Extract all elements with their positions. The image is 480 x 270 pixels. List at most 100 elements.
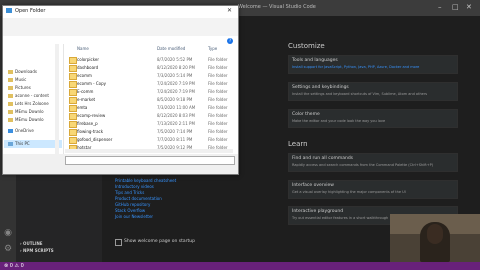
nav-item-folder[interactable]: aconne - content	[15, 93, 49, 98]
horizontal-scrollbar[interactable]	[65, 149, 233, 153]
customize-heading: Customize	[288, 42, 325, 50]
file-row[interactable]: emta 7/3/2020 11:00 AM File folder	[65, 104, 233, 112]
file-name: gofood_dispenser	[77, 137, 113, 142]
nav-scrollbar[interactable]	[55, 44, 59, 154]
app-icon	[6, 8, 12, 13]
help-link[interactable]: Printable keyboard cheatsheet	[115, 178, 176, 183]
maximize-icon[interactable]: □	[452, 4, 459, 11]
show-welcome-label: Show welcome page on startup	[124, 239, 195, 244]
card-title: Interface overview	[292, 183, 334, 188]
customize-card-theme[interactable]: Color theme Make the editor and your cod…	[288, 109, 458, 128]
help-link[interactable]: Tips and Tricks	[115, 190, 144, 195]
customize-card-keybindings[interactable]: Settings and keybindings Install the set…	[288, 82, 458, 101]
file-row[interactable]: E-comm 7/24/2020 7:19 PM File folder	[65, 88, 233, 96]
learn-card-interface[interactable]: Interface overview Get a visual overlay …	[288, 180, 458, 199]
folder-icon	[69, 129, 77, 136]
help-link[interactable]: GitHub repository	[115, 202, 150, 207]
help-link[interactable]: Introductory videos	[115, 184, 154, 189]
file-date: 7/5/2020 7:14 PM	[157, 129, 193, 134]
file-type: File folder	[208, 81, 228, 86]
help-link[interactable]: Product documentation	[115, 196, 162, 201]
folder-icon	[69, 105, 77, 112]
folder-icon	[69, 81, 77, 88]
file-row[interactable]: dashboard 8/12/2020 8:20 PM File folder	[65, 64, 233, 72]
file-name: E-comm	[77, 89, 94, 94]
card-title: Color theme	[292, 112, 320, 117]
problems-indicator[interactable]: ⊗ 0 ⚠ 0	[4, 263, 24, 269]
card-desc: Make the editor and your code look the w…	[292, 119, 386, 123]
file-type: File folder	[208, 129, 228, 134]
file-row[interactable]: e-market 8/5/2020 9:18 PM File folder	[65, 96, 233, 104]
card-desc: Install the settings and keyboard shortc…	[292, 92, 428, 96]
customize-card-tools[interactable]: Tools and languages Install support for …	[288, 55, 458, 74]
nav-item-folder[interactable]: Lets Hrs Zoloone	[15, 101, 49, 106]
minimize-icon[interactable]: –	[438, 4, 442, 11]
card-title: Interactive playground	[292, 209, 344, 214]
column-header-date[interactable]: Date modified	[157, 46, 185, 51]
file-name: firebase_p	[77, 121, 98, 126]
folder-icon	[8, 102, 13, 106]
file-name: emta	[77, 105, 88, 110]
learn-card-commands[interactable]: Find and run all commands Rapidly access…	[288, 153, 458, 172]
file-type: File folder	[208, 97, 228, 102]
file-type: File folder	[208, 121, 228, 126]
nav-item-folder[interactable]: MEmu Downlo	[15, 109, 44, 114]
file-date: 8/5/2020 9:18 PM	[157, 97, 193, 102]
cloud-icon	[8, 129, 13, 133]
file-type: File folder	[208, 65, 228, 70]
column-header-type[interactable]: Type	[208, 46, 217, 51]
file-row[interactable]: flowing-track 7/5/2020 7:14 PM File folder	[65, 128, 233, 136]
nav-item-downloads[interactable]: Downloads	[15, 69, 37, 74]
close-icon[interactable]: ✕	[466, 4, 472, 11]
file-row[interactable]: ecomm - Copy 7/24/2020 7:19 PM File folder	[65, 80, 233, 88]
dialog-close-icon[interactable]: ✕	[227, 7, 232, 14]
card-desc: Rapidly access and search commands from …	[292, 163, 434, 167]
folder-icon	[69, 57, 77, 64]
open-folder-dialog: Open Folder ✕ ? Downloads Music Pictures…	[2, 5, 239, 175]
webcam-overlay	[390, 214, 480, 262]
file-name: flowing-track	[77, 129, 104, 134]
card-title: Settings and keybindings	[292, 85, 349, 90]
column-header-name[interactable]: Name	[77, 46, 89, 51]
file-date: 8/7/2020 5:52 PM	[157, 57, 193, 62]
nav-item-onedrive[interactable]: OneDrive	[15, 128, 34, 133]
nav-item-this-pc[interactable]: This PC	[15, 141, 30, 146]
file-type: File folder	[208, 89, 228, 94]
nav-item-music[interactable]: Music	[15, 77, 26, 82]
file-date: 7/7/2020 8:11 PM	[157, 137, 193, 142]
file-row[interactable]: gofood_dispenser 7/7/2020 8:11 PM File fol…	[65, 136, 233, 144]
file-type: File folder	[208, 113, 228, 118]
file-row[interactable]: ecomm 7/3/2020 5:14 PM File folder	[65, 72, 233, 80]
help-link[interactable]: Join our Newsletter	[115, 214, 153, 219]
folder-icon	[8, 110, 13, 114]
folder-icon	[8, 78, 13, 82]
nav-item-folder[interactable]: MEmu Downlo	[15, 117, 44, 122]
computer-icon	[8, 142, 13, 146]
folder-icon	[69, 113, 77, 120]
file-date: 8/12/2020 8:03 PM	[157, 113, 195, 118]
card-desc[interactable]: Install support for JavaScript, Python, …	[292, 65, 419, 69]
folder-path-input[interactable]	[65, 156, 235, 165]
gear-icon[interactable]: ⚙	[3, 244, 13, 254]
account-icon[interactable]: ◉	[3, 228, 13, 238]
outline-section[interactable]: › OUTLINE	[20, 241, 43, 246]
file-name: ecomm - Copy	[77, 81, 107, 86]
folder-icon	[69, 65, 77, 72]
file-name: ecomp-review	[77, 113, 106, 118]
file-date: 8/12/2020 8:20 PM	[157, 65, 195, 70]
help-link[interactable]: Stack Overflow	[115, 208, 145, 213]
file-row[interactable]: firebase_p 7/13/2020 2:11 PM File folder	[65, 120, 233, 128]
file-row[interactable]: colorpicker 8/7/2020 5:52 PM File folder	[65, 56, 233, 64]
file-type: File folder	[208, 137, 228, 142]
show-welcome-checkbox[interactable]	[115, 239, 122, 246]
file-name: e-market	[77, 97, 96, 102]
file-row[interactable]: ecomp-review 8/12/2020 8:03 PM File folder	[65, 112, 233, 120]
folder-icon	[69, 73, 77, 80]
npm-scripts-section[interactable]: › NPM SCRIPTS	[20, 248, 54, 253]
window-title: Welcome — Visual Studio Code	[238, 4, 316, 10]
file-date: 7/13/2020 2:11 PM	[157, 121, 195, 126]
card-title: Tools and languages	[292, 58, 338, 63]
nav-item-pictures[interactable]: Pictures	[15, 85, 31, 90]
card-title: Find and run all commands	[292, 156, 354, 161]
folder-icon	[69, 89, 77, 96]
